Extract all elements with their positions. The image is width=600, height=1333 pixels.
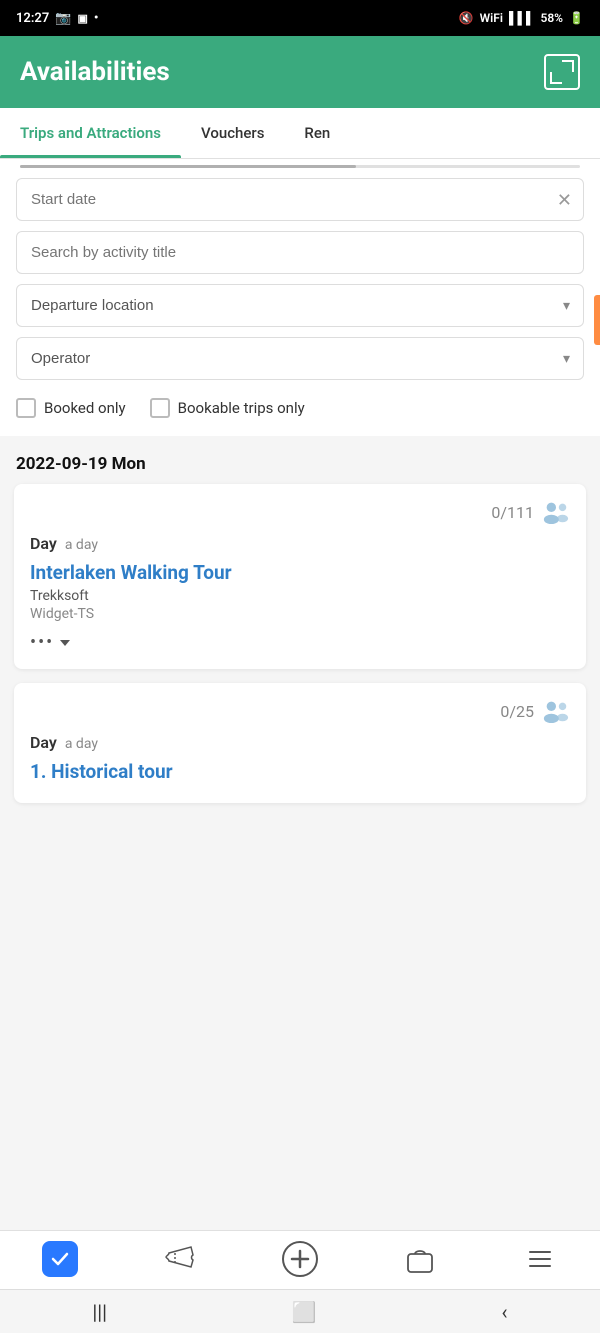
date-header: 2022-09-19 Mon — [0, 436, 600, 484]
battery-icon: 🔋 — [569, 11, 584, 25]
status-bar: 12:27 📷 ▣ • 🔇 WiFi ▌▌▌ 58% 🔋 — [0, 0, 600, 36]
card-top-2: 0/25 — [30, 699, 570, 723]
menu-icon — [522, 1241, 558, 1277]
card-day-2: Day — [30, 733, 57, 752]
card-day-sublabel-2: a day — [65, 736, 98, 752]
bookable-only-box — [150, 398, 170, 418]
card-title-2[interactable]: 1. Historical tour — [30, 760, 570, 783]
signal-icon: ▌▌▌ — [509, 11, 535, 25]
wifi-icon: WiFi — [480, 11, 503, 25]
card-top-1: 0/111 — [30, 500, 570, 524]
booked-only-box — [16, 398, 36, 418]
expand-button[interactable] — [544, 54, 580, 90]
card-title-1[interactable]: Interlaken Walking Tour — [30, 561, 570, 584]
page-wrapper: 12:27 📷 ▣ • 🔇 WiFi ▌▌▌ 58% 🔋 Availabilit… — [0, 0, 600, 903]
status-left: 12:27 📷 ▣ • — [16, 11, 98, 26]
activity-card-1: 0/111 Day a day Interlaken Walking Tour … — [14, 484, 586, 669]
check-icon — [42, 1241, 78, 1277]
page-title: Availabilities — [20, 57, 170, 87]
card-more-button-1[interactable]: ••• — [30, 632, 570, 653]
people-icon-2 — [542, 699, 570, 723]
ticket-icon — [162, 1241, 198, 1277]
checkboxes-row: Booked only Bookable trips only — [16, 390, 584, 422]
start-date-input[interactable] — [16, 178, 584, 221]
card-day-row-2: Day a day — [30, 733, 570, 752]
tab-rentals[interactable]: Ren — [284, 108, 350, 158]
card-widget-1: Widget-TS — [30, 606, 570, 622]
battery-text: 58% — [540, 11, 563, 25]
bottom-nav — [0, 1230, 600, 1289]
nav-item-bag[interactable] — [360, 1241, 480, 1277]
dot-icon: • — [94, 11, 99, 26]
nav-item-menu[interactable] — [480, 1241, 600, 1277]
bookable-only-label: Bookable trips only — [178, 399, 305, 417]
tab-trips-attractions[interactable]: Trips and Attractions — [0, 108, 181, 158]
booked-only-checkbox[interactable]: Booked only — [16, 398, 126, 418]
bookable-only-checkbox[interactable]: Bookable trips only — [150, 398, 305, 418]
card-day-sublabel-1: a day — [65, 537, 98, 553]
operator-wrapper: Operator ▾ — [16, 337, 584, 380]
start-date-wrapper: ✕ — [16, 178, 584, 221]
capacity-2: 0/25 — [500, 702, 534, 721]
people-icon-1 — [542, 500, 570, 524]
time: 12:27 — [16, 11, 49, 26]
scroll-indicator — [0, 159, 600, 168]
nav-item-check[interactable] — [0, 1241, 120, 1277]
sim-icon: ▣ — [77, 12, 87, 25]
booked-only-label: Booked only — [44, 399, 126, 417]
status-right: 🔇 WiFi ▌▌▌ 58% 🔋 — [459, 11, 584, 25]
dots-icon-1: ••• — [30, 632, 54, 653]
search-wrapper — [16, 231, 584, 274]
departure-wrapper: Departure location ▾ — [16, 284, 584, 327]
camera-icon: 📷 — [55, 11, 71, 26]
filters-panel: ✕ Departure location ▾ Operator ▾ Booked… — [0, 168, 600, 436]
activity-card-2: 0/25 Day a day 1. Historical tour — [14, 683, 586, 803]
android-recent-button[interactable]: ||| — [92, 1300, 107, 1324]
tab-vouchers[interactable]: Vouchers — [181, 108, 284, 158]
card-operator-1: Trekksoft — [30, 588, 570, 604]
card-day-1: Day — [30, 534, 57, 553]
add-icon — [282, 1241, 318, 1277]
operator-select[interactable]: Operator — [16, 337, 584, 380]
nav-item-tickets[interactable] — [120, 1241, 240, 1277]
android-home-button[interactable]: ⬜ — [292, 1300, 317, 1324]
app-header: Availabilities — [0, 36, 600, 108]
mute-icon: 🔇 — [459, 11, 474, 25]
android-nav-bar: ||| ⬜ ‹ — [0, 1289, 600, 1333]
card-day-row-1: Day a day — [30, 534, 570, 553]
check-icon-inner — [42, 1241, 78, 1277]
caret-down-icon-1 — [60, 640, 70, 646]
bag-icon — [402, 1241, 438, 1277]
search-input[interactable] — [16, 231, 584, 274]
nav-item-add[interactable] — [240, 1241, 360, 1277]
android-back-button[interactable]: ‹ — [502, 1300, 508, 1324]
clear-date-button[interactable]: ✕ — [557, 191, 572, 209]
scroll-pill[interactable] — [594, 295, 600, 345]
tabs-bar: Trips and Attractions Vouchers Ren — [0, 108, 600, 159]
capacity-1: 0/111 — [491, 503, 534, 522]
departure-select[interactable]: Departure location — [16, 284, 584, 327]
